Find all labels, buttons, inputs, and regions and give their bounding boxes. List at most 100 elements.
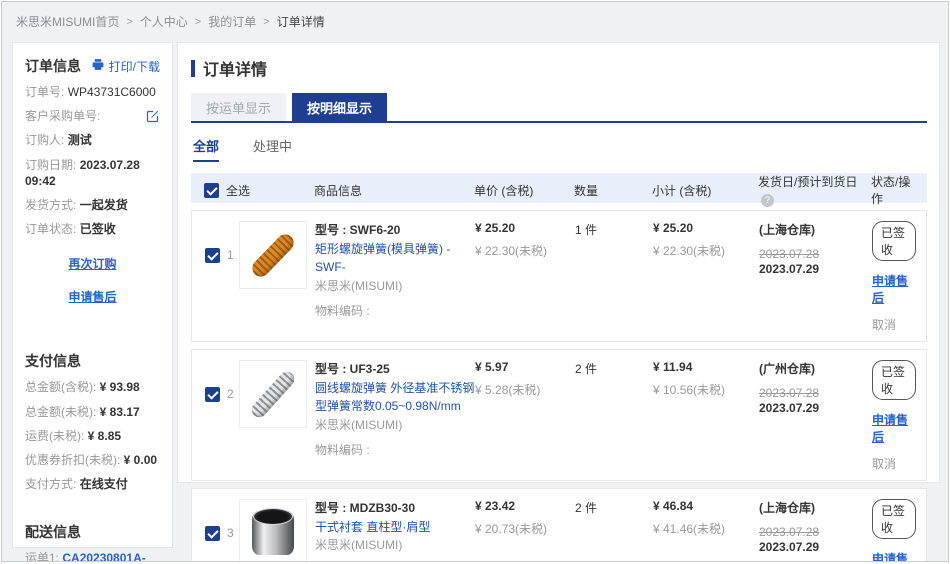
print-download-link[interactable]: 打印/下载 — [91, 58, 160, 75]
breadcrumb-separator: > — [195, 16, 201, 28]
order-item-row: 3 型号 : MDZB30-30 干式衬套 直柱型·肩型 米思米(MISUMI)… — [191, 488, 927, 562]
customer-po-field: 客户采购单号: — [25, 108, 160, 124]
product-brand: 米思米(MISUMI) — [315, 536, 475, 555]
subtotal-untaxed: ¥ 41.46(未税) — [653, 520, 759, 537]
breadcrumb-personal-center[interactable]: 个人中心 — [140, 13, 188, 30]
table-header: 全选 商品信息 单价 (含税) 数量 小计 (含税) 发货日/预计到货日 状态/… — [191, 173, 927, 203]
quantity: 2 件 — [575, 499, 653, 516]
product-description-link[interactable]: 矩形螺旋弹簧(模具弹簧) -SWF- — [315, 240, 475, 277]
unit-price-untaxed: ¥ 5.28(未税) — [475, 381, 575, 398]
product-model: 型号 : SWF6-20 — [315, 221, 475, 240]
breadcrumb-current: 订单详情 — [277, 13, 325, 30]
ship-date-old: 2023.07.28 — [759, 525, 872, 539]
tab-by-waybill[interactable]: 按运单显示 — [191, 93, 286, 121]
status-badge: 已签收 — [872, 221, 916, 261]
subtab-all[interactable]: 全部 — [193, 136, 219, 162]
order-number-value: WP43731C6000 — [68, 85, 156, 99]
select-all-label: 全选 — [226, 182, 250, 199]
total-taxed-field: 总金额(含税): ¥ 93.98 — [25, 379, 160, 395]
after-sale-action[interactable]: 申请售后 — [872, 550, 916, 562]
product-image[interactable] — [239, 221, 307, 289]
material-code-label: 物料编码 : — [315, 302, 475, 321]
waybill-1-field: 运单1: CA20230801A-0171 — [25, 550, 160, 562]
breadcrumb-home[interactable]: 米思米MISUMI首页 — [16, 13, 119, 30]
unit-price-untaxed: ¥ 20.73(未税) — [475, 520, 575, 537]
breadcrumb-my-orders[interactable]: 我的订单 — [208, 13, 256, 30]
printer-icon — [91, 58, 105, 74]
order-status-field: 订单状态: 已签收 — [25, 221, 160, 237]
product-image[interactable] — [239, 499, 307, 562]
orderer-field: 订购人: 测试 — [25, 132, 160, 148]
col-product: 商品信息 — [314, 182, 474, 199]
help-icon[interactable] — [761, 194, 774, 207]
coupon-discount-field: 优惠券折扣(未税): ¥ 0.00 — [25, 452, 160, 468]
delivery-info-title: 配送信息 — [25, 522, 160, 542]
subtotal-untaxed: ¥ 22.30(未税) — [653, 242, 759, 259]
unit-price-taxed: ¥ 5.97 — [475, 360, 575, 374]
ship-date-new: 2023.07.29 — [759, 401, 872, 415]
payment-info-title: 支付信息 — [25, 351, 160, 371]
warehouse: (上海仓库) — [759, 221, 872, 238]
tab-by-detail[interactable]: 按明细显示 — [292, 93, 387, 121]
order-item-row: 2 型号 : UF3-25 圆线螺旋弹簧 外径基准不锈钢型弹簧常数0.05~0.… — [191, 349, 927, 481]
cancel-action[interactable]: 取消 — [872, 316, 916, 333]
after-sale-action[interactable]: 申请售后 — [872, 272, 916, 306]
order-info-title: 订单信息 — [25, 56, 81, 76]
after-sale-link[interactable]: 申请售后 — [68, 288, 116, 305]
order-number-field: 订单号: WP43731C6000 — [25, 84, 160, 100]
ship-date-new: 2023.07.29 — [759, 540, 872, 554]
order-date-field: 订购日期: 2023.07.28 09:42 — [25, 157, 160, 189]
col-qty: 数量 — [574, 182, 652, 199]
product-description-link[interactable]: 干式衬套 直柱型·肩型 — [315, 518, 475, 537]
reorder-link[interactable]: 再次订购 — [68, 255, 116, 272]
cancel-action[interactable]: 取消 — [872, 455, 916, 472]
row-number: 1 — [227, 248, 234, 262]
row-checkbox[interactable] — [205, 248, 220, 263]
silver-spring-icon — [249, 368, 298, 420]
subtotal-taxed: ¥ 11.94 — [653, 360, 759, 374]
quantity: 2 件 — [575, 360, 653, 377]
total-untaxed-field: 总金额(未税): ¥ 83.17 — [25, 404, 160, 420]
status-badge: 已签收 — [872, 499, 916, 539]
warehouse: (上海仓库) — [759, 499, 872, 516]
warehouse: (广州仓库) — [759, 360, 872, 377]
shipping-fee-field: 运费(未税): ¥ 8.85 — [25, 428, 160, 444]
unit-price-untaxed: ¥ 22.30(未税) — [475, 242, 575, 259]
panel-title: 订单详情 — [191, 56, 927, 80]
unit-price-taxed: ¥ 25.20 — [475, 221, 575, 235]
product-model: 型号 : UF3-25 — [315, 360, 475, 379]
order-item-row: 1 型号 : SWF6-20 矩形螺旋弹簧(模具弹簧) -SWF- 米思米(MI… — [191, 210, 927, 342]
status-badge: 已签收 — [872, 360, 916, 400]
edit-icon[interactable] — [145, 109, 160, 128]
row-checkbox[interactable] — [205, 387, 220, 402]
ship-date-old: 2023.07.28 — [759, 386, 872, 400]
subtab-processing[interactable]: 处理中 — [253, 136, 292, 162]
col-ship-date: 发货日/预计到货日 — [758, 173, 871, 207]
row-number: 3 — [227, 526, 234, 540]
breadcrumb-separator: > — [263, 16, 269, 28]
ship-date-old: 2023.07.28 — [759, 247, 872, 261]
row-checkbox[interactable] — [205, 526, 220, 541]
order-detail-panel: 订单详情 按运单显示 按明细显示 全部 处理中 全选 商品信息 单价 (含税) … — [177, 42, 940, 483]
after-sale-action[interactable]: 申请售后 — [872, 411, 916, 445]
payment-method-field: 支付方式: 在线支付 — [25, 476, 160, 492]
material-code-label: 物料编码 : — [315, 441, 475, 460]
order-detail-page: 米思米MISUMI首页 > 个人中心 > 我的订单 > 订单详情 订单信息 打印… — [1, 1, 949, 562]
order-summary-sidebar: 订单信息 打印/下载 订单号: WP43731C6000 客户采购单号: — [12, 42, 173, 548]
subtotal-taxed: ¥ 46.84 — [653, 499, 759, 513]
breadcrumb-separator: > — [126, 16, 132, 28]
row-number: 2 — [227, 387, 234, 401]
shipping-method-field: 发货方式: 一起发货 — [25, 197, 160, 213]
print-download-label: 打印/下载 — [109, 58, 160, 75]
title-accent-bar — [191, 60, 195, 77]
product-model: 型号 : MDZB30-30 — [315, 499, 475, 518]
product-image[interactable] — [239, 360, 307, 428]
breadcrumb: 米思米MISUMI首页 > 个人中心 > 我的订单 > 订单详情 — [16, 13, 325, 30]
product-brand: 米思米(MISUMI) — [315, 277, 475, 296]
product-brand: 米思米(MISUMI) — [315, 416, 475, 435]
product-description-link[interactable]: 圆线螺旋弹簧 外径基准不锈钢型弹簧常数0.05~0.98N/mm — [315, 379, 475, 416]
col-status: 状态/操作 — [871, 173, 917, 207]
select-all-checkbox[interactable] — [204, 183, 219, 198]
col-subtotal: 小计 (含税) — [652, 182, 758, 199]
subtotal-untaxed: ¥ 10.56(未税) — [653, 381, 759, 398]
